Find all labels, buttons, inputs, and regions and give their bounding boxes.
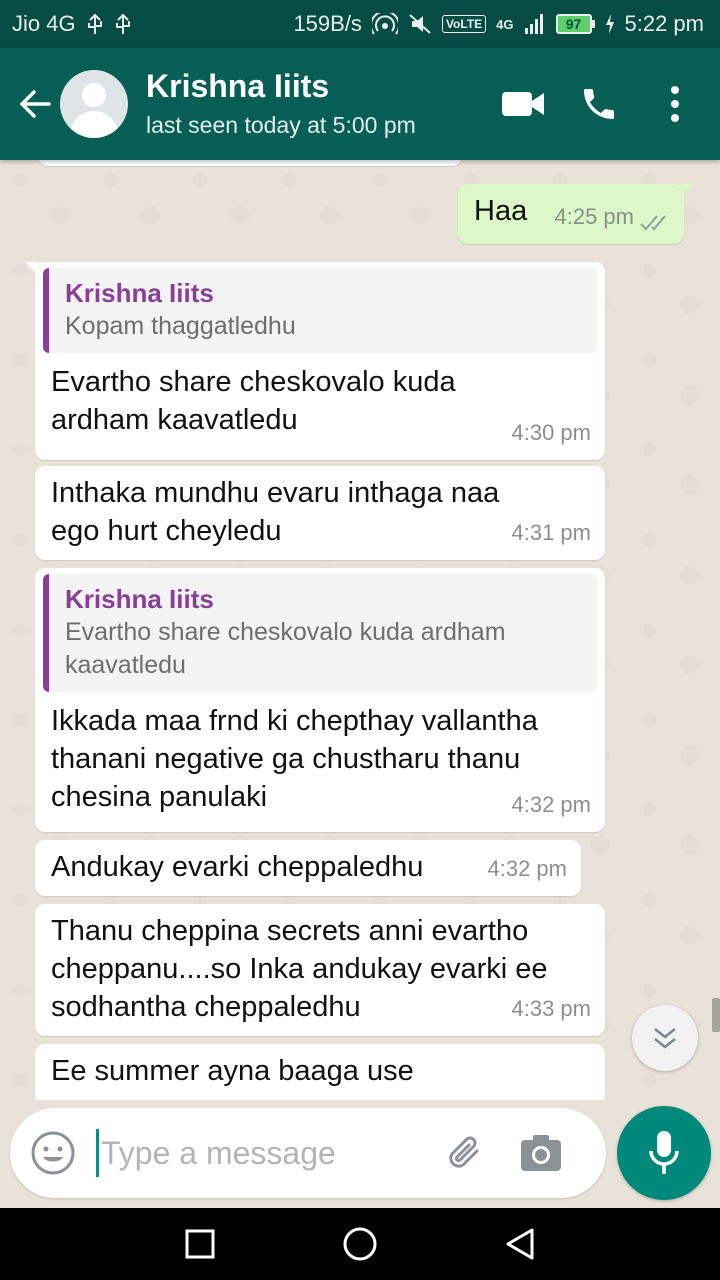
message-bubble-incoming[interactable]: Ee summer ayna baaga use — [35, 1044, 605, 1100]
quoted-message[interactable]: Krishna Iiits Kopam thaggatledhu — [43, 268, 597, 353]
emoji-icon[interactable] — [30, 1130, 76, 1176]
attach-button[interactable] — [439, 1127, 491, 1179]
hotspot-icon — [371, 13, 398, 35]
battery-level: 97 — [555, 14, 592, 34]
voice-call-button[interactable] — [568, 73, 630, 135]
message-time: 4:32 pm — [487, 856, 568, 881]
message-time: 4:31 pm — [511, 520, 592, 545]
quoted-text: Evartho share cheskovalo kuda ardham kaa… — [65, 618, 506, 679]
message-text: Inthaka mundhu evaru inthaga naa ego hur… — [51, 477, 500, 547]
camera-button[interactable] — [515, 1127, 567, 1179]
quoted-sender: Krishna Iiits — [65, 584, 214, 614]
avatar[interactable] — [60, 70, 128, 138]
charging-icon — [605, 14, 614, 34]
back-arrow-icon — [19, 90, 51, 118]
scrollbar-thumb[interactable] — [712, 998, 720, 1032]
home-button[interactable] — [330, 1214, 390, 1274]
volte-badge: VoLTE — [441, 15, 487, 33]
back-button[interactable] — [10, 79, 60, 129]
scroll-to-bottom-button[interactable] — [632, 1005, 698, 1071]
message-time: 4:32 pm — [511, 792, 592, 817]
more-options-button[interactable] — [644, 73, 706, 135]
phone-icon — [584, 89, 614, 119]
message-text: Haa — [474, 195, 528, 227]
system-nav-bar — [0, 1208, 720, 1280]
double-chevron-down-icon — [654, 1028, 676, 1049]
message-time: 4:25 pm — [554, 204, 635, 229]
network-speed: 159B/s — [293, 11, 362, 36]
contact-info[interactable]: Krishna Iiits last seen today at 5:00 pm — [146, 67, 492, 141]
quoted-message[interactable]: Krishna Iiits Evartho share cheskovalo k… — [43, 574, 597, 692]
quoted-text: Kopam thaggatledhu — [65, 312, 296, 340]
network-type: 4G — [496, 16, 514, 32]
battery-icon: 97 — [555, 14, 595, 34]
square-icon — [185, 1229, 215, 1259]
back-nav-button[interactable] — [490, 1214, 550, 1274]
chat-header: Krishna Iiits last seen today at 5:00 pm — [0, 48, 720, 160]
message-time: 4:30 pm — [511, 420, 592, 445]
more-vert-icon — [671, 86, 679, 122]
message-input[interactable] — [101, 1134, 421, 1172]
circle-icon — [343, 1227, 377, 1261]
video-call-button[interactable] — [492, 73, 554, 135]
message-time: 4:33 pm — [511, 996, 592, 1021]
quoted-sender: Krishna Iiits — [65, 278, 214, 308]
video-call-icon — [502, 92, 544, 116]
contact-name: Krishna Iiits — [146, 68, 330, 104]
last-seen-status: last seen today at 5:00 pm — [146, 112, 416, 138]
text-cursor — [96, 1129, 99, 1177]
carrier-label: Jio 4G — [12, 11, 76, 36]
message-text: Andukay evarki cheppaledhu — [51, 851, 424, 883]
message-text: Ee summer ayna baaga use — [51, 1055, 414, 1087]
message-list[interactable]: Haa 4:25 pm Krishna Iiits Kopam thaggatl… — [0, 160, 720, 1100]
message-bubble-incoming[interactable]: Krishna Iiits Evartho share cheskovalo k… — [35, 568, 605, 832]
message-bubble-outgoing[interactable]: Haa 4:25 pm — [458, 184, 694, 244]
message-text: Ikkada maa frnd ki chepthay vallantha th… — [51, 705, 538, 813]
triangle-back-icon — [506, 1228, 534, 1260]
message-composer — [10, 1108, 606, 1198]
message-bubble-incoming[interactable]: Inthaka mundhu evaru inthaga naa ego hur… — [35, 466, 605, 560]
previous-message-edge — [38, 160, 462, 166]
clock: 5:22 pm — [624, 11, 705, 36]
microphone-icon — [649, 1131, 679, 1174]
message-bubble-incoming[interactable]: Krishna Iiits Kopam thaggatledhu Evartho… — [25, 262, 605, 460]
camera-icon — [521, 1135, 561, 1171]
paperclip-icon — [449, 1136, 479, 1168]
recents-button[interactable] — [170, 1214, 230, 1274]
status-bar: Jio 4G 159B/s VoLTE 4G 97 5:22 pm — [0, 0, 720, 48]
message-text: Evartho share cheskovalo kuda ardham kaa… — [51, 366, 456, 436]
mute-icon — [409, 14, 431, 34]
double-check-icon — [640, 215, 666, 231]
message-bubble-incoming[interactable]: Thanu cheppina secrets anni evartho chep… — [35, 904, 605, 1036]
usb-icon — [87, 13, 102, 34]
usb-icon-2 — [115, 13, 130, 34]
voice-message-button[interactable] — [617, 1106, 711, 1200]
signal-icon — [524, 14, 543, 34]
message-bubble-incoming[interactable]: Andukay evarki cheppaledhu 4:32 pm — [35, 840, 581, 896]
